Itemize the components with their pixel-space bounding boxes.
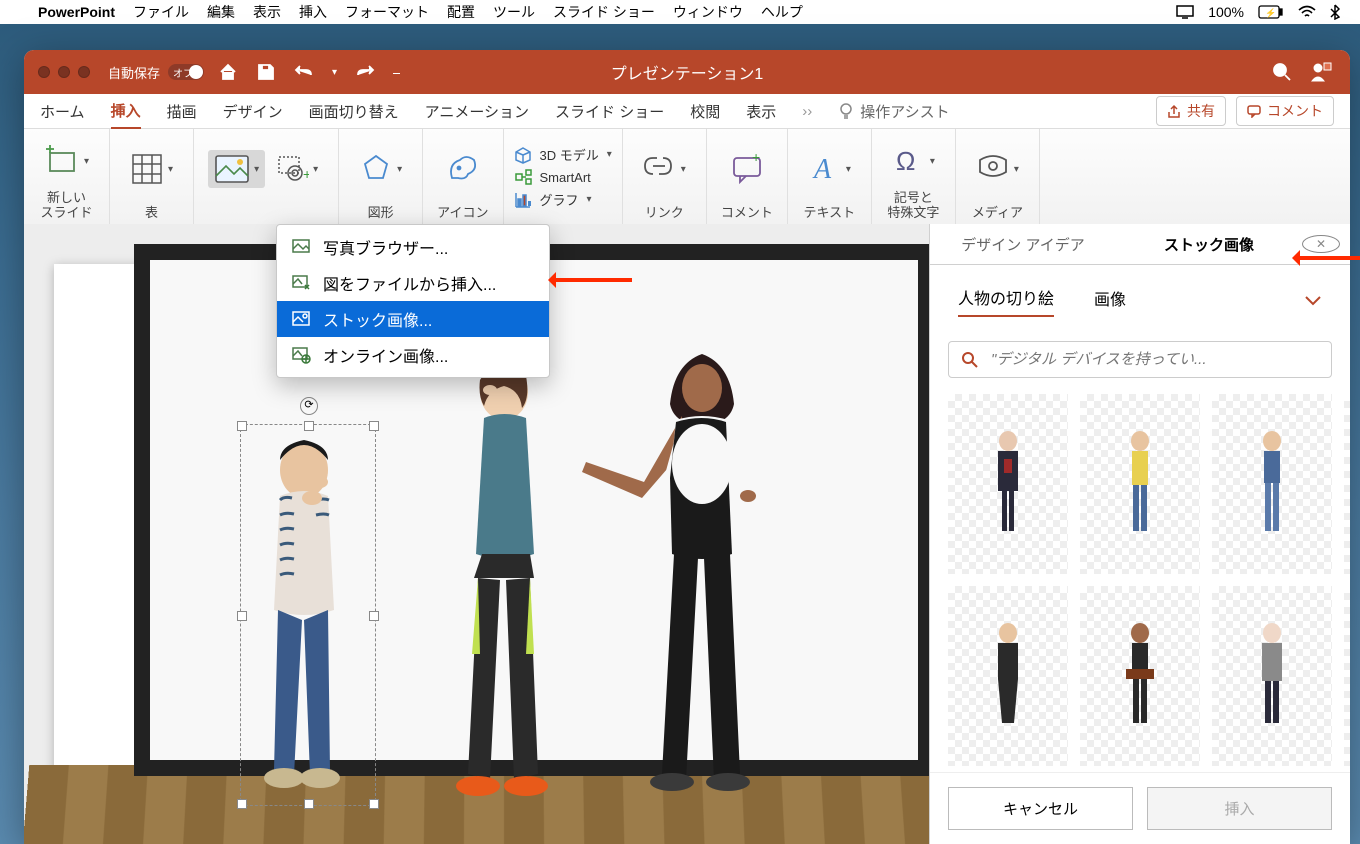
window-controls[interactable] [24, 66, 90, 78]
link-button[interactable]: ▾ [637, 150, 692, 188]
tab-insert[interactable]: 挿入 [111, 94, 141, 129]
panel-tab-stock-images[interactable]: ストック画像 [1116, 226, 1302, 263]
tab-animations[interactable]: アニメーション [425, 95, 529, 128]
menu-help[interactable]: ヘルプ [761, 2, 803, 22]
svg-text:A: A [812, 154, 832, 185]
chevron-down-icon[interactable] [1304, 295, 1322, 307]
annotation-arrow [552, 278, 632, 282]
stock-thumb[interactable] [1080, 394, 1200, 574]
powerpoint-window: 自動保存 オフ ▾ ⎯ プレゼンテーション1 ホーム 挿入 描画 デザイン 画面… [24, 50, 1350, 844]
tab-home[interactable]: ホーム [40, 95, 85, 128]
screen-icon[interactable] [1176, 5, 1194, 19]
tab-design[interactable]: デザイン [223, 95, 283, 128]
autosave-toggle[interactable]: 自動保存 オフ [108, 63, 204, 82]
dropdown-stock-images[interactable]: ストック画像... [277, 301, 549, 337]
menu-window[interactable]: ウィンドウ [673, 2, 743, 22]
stock-thumb[interactable] [948, 394, 1068, 574]
search-icon[interactable] [1272, 62, 1292, 82]
tab-review[interactable]: 校閲 [690, 95, 720, 128]
svg-text:Ω: Ω [896, 146, 915, 176]
more-tabs[interactable]: ›› [802, 103, 812, 120]
filter-cutout[interactable]: 人物の切り絵 [958, 285, 1054, 317]
dropdown-picture-from-file[interactable]: 図をファイルから挿入... [277, 265, 549, 301]
search-input[interactable] [989, 350, 1319, 369]
symbol-button[interactable]: Ω▾ [886, 140, 941, 182]
window-title: プレゼンテーション1 [611, 60, 764, 84]
stock-thumb[interactable] [1344, 586, 1350, 766]
menu-file[interactable]: ファイル [133, 2, 189, 22]
titlebar: 自動保存 オフ ▾ ⎯ プレゼンテーション1 [24, 50, 1350, 94]
home-icon[interactable] [218, 62, 238, 82]
menu-view[interactable]: 表示 [253, 2, 281, 22]
stock-thumb[interactable] [1212, 586, 1332, 766]
stock-thumb[interactable] [1212, 394, 1332, 574]
svg-text:+: + [303, 166, 309, 182]
media-button[interactable]: ▾ [970, 150, 1025, 188]
screenshot-button[interactable]: +▾ [271, 151, 324, 187]
tab-slideshow[interactable]: スライド ショー [555, 95, 664, 128]
tab-draw[interactable]: 描画 [167, 95, 197, 128]
filter-image[interactable]: 画像 [1094, 286, 1126, 316]
panel-tab-design-ideas[interactable]: デザイン アイデア [930, 226, 1116, 263]
svg-text:+: + [752, 154, 760, 165]
new-slide-button[interactable]: ▾ [38, 139, 95, 183]
icons-button[interactable] [440, 148, 486, 190]
annotation-arrow [1296, 256, 1360, 260]
ribbon-bar: ▾ 新しい スライド ▾ 表 ▾ +▾ ▾ 図形 アイコン 3D モデル▾ Sm… [24, 129, 1350, 226]
battery-level: 100% [1208, 4, 1244, 20]
battery-icon: ⚡ [1258, 5, 1284, 19]
menu-format[interactable]: フォーマット [345, 2, 429, 22]
undo-icon[interactable] [294, 62, 314, 82]
table-button[interactable]: ▾ [124, 148, 179, 190]
panel-cancel-button[interactable]: キャンセル [948, 787, 1133, 830]
dropdown-photo-browser[interactable]: 写真ブラウザー... [277, 229, 549, 265]
ribbon-tabs: ホーム 挿入 描画 デザイン 画面切り替え アニメーション スライド ショー 校… [24, 94, 1350, 129]
main-area: ⟳ [24, 224, 1350, 844]
share-button[interactable]: 共有 [1156, 96, 1226, 126]
bluetooth-icon[interactable] [1330, 4, 1340, 20]
menu-slideshow[interactable]: スライド ショー [553, 2, 655, 22]
account-icon[interactable] [1310, 61, 1332, 83]
pictures-button[interactable]: ▾ [208, 150, 265, 188]
tab-view[interactable]: 表示 [746, 95, 776, 128]
menu-arrange[interactable]: 配置 [447, 2, 475, 22]
dropdown-online-pictures[interactable]: オンライン画像... [277, 337, 549, 373]
chart-button[interactable]: グラフ▾ [514, 190, 612, 209]
mac-menubar: PowerPoint ファイル 編集 表示 挿入 フォーマット 配置 ツール ス… [0, 0, 1360, 24]
search-box[interactable] [948, 341, 1332, 378]
stock-thumb[interactable] [948, 586, 1068, 766]
search-icon [961, 351, 979, 369]
app-name[interactable]: PowerPoint [38, 4, 115, 20]
smartart-button[interactable]: SmartArt [514, 168, 612, 186]
panel-insert-button: 挿入 [1147, 787, 1332, 830]
menu-tools[interactable]: ツール [493, 2, 535, 22]
3dmodel-button[interactable]: 3D モデル▾ [514, 145, 612, 164]
shapes-button[interactable]: ▾ [353, 148, 408, 190]
tab-transitions[interactable]: 画面切り替え [309, 95, 399, 128]
slide-image-woman2[interactable] [574, 334, 834, 794]
stock-thumb[interactable] [1344, 394, 1350, 574]
stock-thumb[interactable] [1080, 586, 1200, 766]
slide-image-woman1[interactable] [434, 354, 594, 804]
comment-ribbon-button[interactable]: + [724, 150, 770, 188]
svg-text:⚡: ⚡ [1265, 7, 1276, 19]
text-button[interactable]: A▾ [802, 148, 857, 190]
comment-button[interactable]: コメント [1236, 96, 1334, 126]
panel-close-icon[interactable]: ✕ [1302, 235, 1340, 253]
stock-images-panel: デザイン アイデア ストック画像 ✕ 人物の切り絵 画像 [929, 224, 1350, 844]
selection-box[interactable]: ⟳ [240, 424, 376, 806]
tell-me[interactable]: 操作アシスト [860, 101, 949, 122]
pictures-dropdown: 写真ブラウザー... 図をファイルから挿入... ストック画像... オンライン… [276, 224, 550, 378]
thumbnail-grid [930, 394, 1350, 772]
save-icon[interactable] [256, 62, 276, 82]
bulb-icon [838, 102, 854, 120]
wifi-icon[interactable] [1298, 5, 1316, 19]
redo-icon[interactable] [355, 62, 375, 82]
menu-edit[interactable]: 編集 [207, 2, 235, 22]
menu-insert[interactable]: 挿入 [299, 2, 327, 22]
